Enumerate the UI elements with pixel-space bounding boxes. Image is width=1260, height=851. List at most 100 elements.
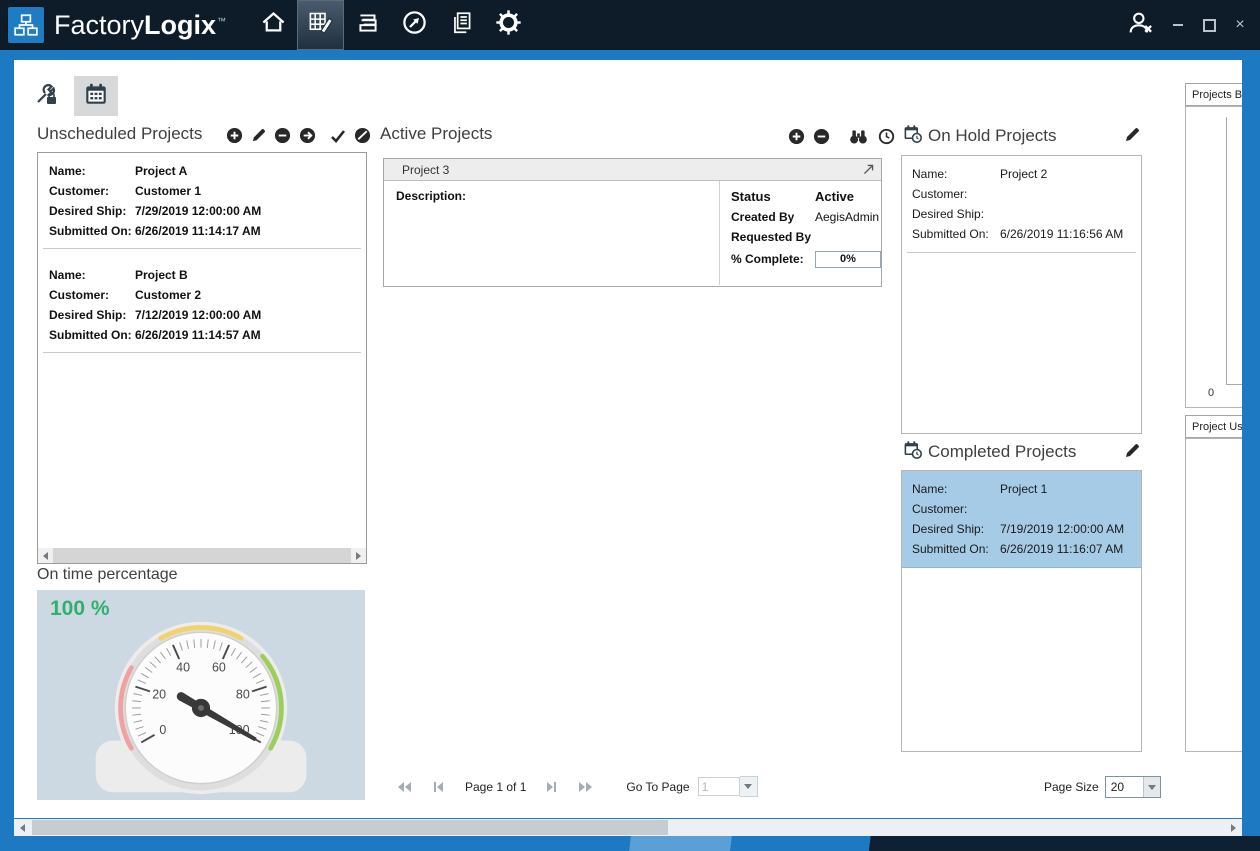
list-item-selected[interactable]: Name:Project 1 Customer: Desired Ship:7/… (902, 471, 1141, 568)
planning-grid-pencil-icon (307, 9, 334, 41)
projects-by-panel-tab[interactable]: Projects B (1185, 83, 1242, 106)
last-page-icon (579, 782, 585, 792)
project-desired-ship: 7/19/2019 12:00:00 AM (1000, 519, 1132, 539)
page-size-dropdown-button[interactable] (1143, 777, 1160, 797)
maximize-button[interactable] (1201, 17, 1217, 33)
field-label: Customer: (49, 181, 135, 201)
chevron-down-icon (744, 784, 752, 789)
active-project-card[interactable]: Project 3 Description: StatusActive Crea… (383, 158, 882, 287)
on-hold-header: On Hold Projects (903, 124, 1057, 148)
edit-project-button[interactable] (251, 128, 266, 143)
active-project-card-body: Description: StatusActive Created ByAegi… (384, 181, 881, 285)
field-label: Desired Ship: (912, 204, 1000, 224)
wrench-lock-icon (34, 82, 58, 111)
go-to-page-dropdown-button[interactable] (740, 776, 758, 797)
compass-arrow-icon (401, 9, 428, 41)
nav-home-button[interactable] (250, 0, 297, 50)
field-label: Name: (49, 265, 135, 285)
move-project-button[interactable] (299, 127, 316, 144)
field-label: Name: (49, 161, 135, 181)
first-page-button[interactable] (393, 779, 415, 795)
documents-icon (449, 10, 475, 41)
list-item[interactable]: Name:Project B Customer:Customer 2 Desir… (43, 257, 361, 353)
page-size-select[interactable]: 20 (1105, 776, 1161, 798)
reject-project-button[interactable] (354, 127, 371, 144)
nav-documents-button[interactable] (438, 0, 485, 50)
list-item[interactable]: Name:Project A Customer:Customer 1 Desir… (43, 153, 361, 249)
status-label: Status (731, 187, 815, 207)
scrollbar-thumb[interactable] (53, 548, 351, 563)
requested-by-label: Requested By (731, 227, 815, 247)
nav-materials-button[interactable] (344, 0, 391, 50)
project-name: Project 2 (1000, 164, 1132, 184)
project-us-panel-tab[interactable]: Project Us (1185, 415, 1242, 438)
check-icon (330, 128, 346, 144)
horizontal-scrollbar[interactable] (38, 548, 366, 563)
chart-axis-zero-label: 0 (1208, 387, 1214, 399)
main-content: Unscheduled Projects Name:Proje (14, 60, 1242, 818)
chart-y-axis (1226, 117, 1227, 385)
arrow-left-icon (43, 552, 48, 560)
previous-page-button[interactable] (427, 779, 449, 795)
window-horizontal-scrollbar[interactable] (14, 819, 1242, 836)
scroll-right-button[interactable] (1225, 819, 1242, 836)
first-page-icon-2 (405, 782, 411, 792)
go-to-page-input[interactable] (698, 777, 740, 796)
binoculars-icon (848, 126, 869, 147)
nav-planning-button[interactable] (297, 0, 344, 50)
calendar-clock-icon (903, 124, 922, 148)
gauge-tick-label: 40 (176, 661, 190, 675)
arrow-right-circle-icon (299, 127, 316, 144)
field-label: Customer: (49, 285, 135, 305)
scroll-left-button[interactable] (38, 548, 53, 563)
gauge-tick-label: 20 (152, 687, 166, 701)
edit-completed-button[interactable] (1124, 443, 1140, 459)
nav-production-button[interactable] (391, 0, 438, 50)
on-time-gauge: 0 20 40 60 80 100 (76, 616, 326, 798)
gauge-tick-label: 0 (159, 723, 166, 737)
page-size-value: 20 (1106, 777, 1143, 797)
project-desired-ship: 7/12/2019 12:00:00 AM (135, 305, 357, 325)
approve-project-button[interactable] (330, 128, 346, 144)
remove-active-project-button[interactable] (813, 128, 830, 145)
search-projects-button[interactable] (848, 126, 869, 147)
tab-project-tools[interactable] (24, 76, 68, 116)
minimize-button[interactable] (1170, 17, 1186, 33)
last-page-button[interactable] (574, 779, 596, 795)
add-active-project-button[interactable] (788, 128, 805, 145)
field-label: Submitted On: (49, 325, 135, 345)
page-size-label: Page Size (1044, 780, 1099, 794)
next-page-button[interactable] (540, 779, 562, 795)
remove-project-button[interactable] (274, 127, 291, 144)
edit-on-hold-button[interactable] (1124, 127, 1140, 143)
close-icon: × (1235, 17, 1244, 33)
go-to-page-label: Go To Page (626, 780, 689, 794)
close-button[interactable]: × (1232, 17, 1248, 33)
minus-circle-icon (274, 127, 291, 144)
list-item[interactable]: Name:Project 2 Customer: Desired Ship: S… (907, 156, 1136, 253)
active-project-card-header: Project 3 (384, 159, 881, 181)
logout-user-button[interactable] (1125, 10, 1155, 40)
nav-settings-button[interactable] (485, 0, 532, 50)
project-name: Project A (135, 161, 357, 181)
scroll-right-button[interactable] (351, 548, 366, 563)
scroll-left-button[interactable] (14, 819, 31, 836)
field-label: Desired Ship: (49, 201, 135, 221)
history-button[interactable] (877, 127, 896, 146)
plus-circle-icon (226, 127, 243, 144)
active-toolbar (788, 126, 896, 147)
unscheduled-toolbar (226, 127, 371, 144)
calendar-icon (83, 81, 109, 112)
tab-schedule[interactable] (74, 76, 118, 116)
add-project-button[interactable] (226, 127, 243, 144)
project-submitted-on: 6/26/2019 11:14:57 AM (135, 325, 357, 345)
app-title: FactoryLogix™ (54, 10, 226, 41)
stacked-trays-icon (355, 10, 381, 41)
pencil-icon (251, 128, 266, 143)
user-x-icon (1126, 9, 1154, 42)
project-desired-ship (1000, 204, 1132, 224)
gear-icon (495, 9, 522, 41)
card-divider (719, 181, 720, 285)
scrollbar-thumb[interactable] (32, 820, 668, 835)
expand-card-button[interactable] (862, 163, 875, 176)
